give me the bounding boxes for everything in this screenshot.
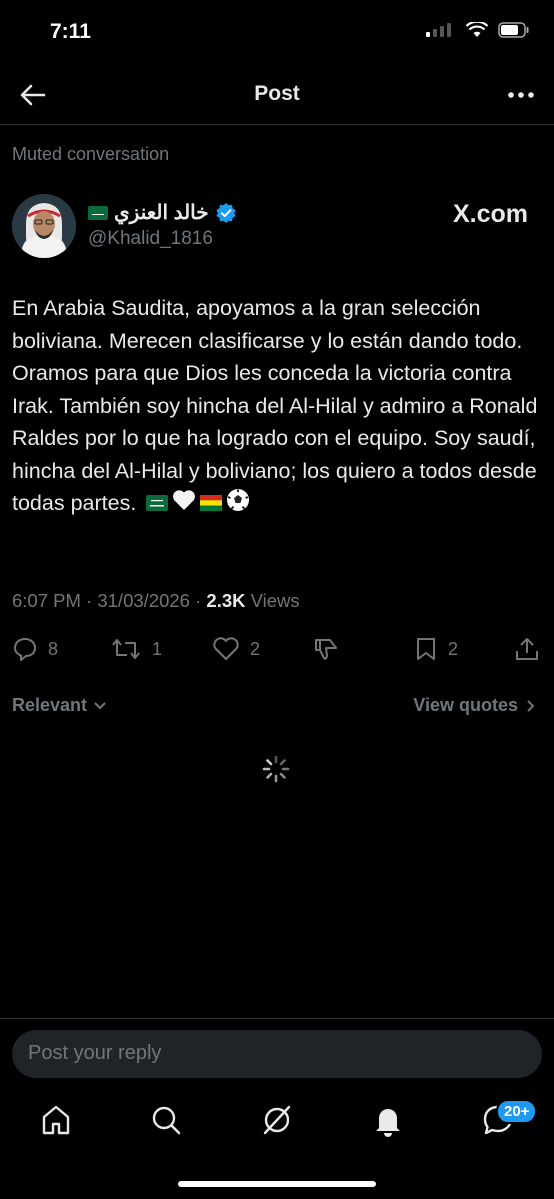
avatar-image: [12, 194, 76, 258]
top-header: Post: [0, 66, 554, 125]
share-icon: [516, 638, 538, 660]
author-row: خالد العنزي: [88, 200, 237, 225]
thumbs-down-icon: [315, 639, 337, 660]
tweet-meta: 6:07 PM · 31/03/2026 · 2.3K Views: [12, 590, 300, 611]
avatar[interactable]: [12, 194, 76, 258]
tweet-text-content: En Arabia Saudita, apoyamos a la gran se…: [12, 296, 538, 515]
like-count: 2: [250, 638, 261, 659]
signal-icon: [426, 23, 451, 37]
battery-icon: [498, 22, 529, 38]
loading-spinner-icon: [262, 755, 290, 783]
status-icons: [426, 22, 530, 38]
sort-label: Relevant: [12, 695, 88, 715]
grok-icon[interactable]: [259, 1102, 295, 1138]
bookmark-count: 2: [448, 638, 459, 659]
chevron-right-icon: [527, 699, 535, 712]
author-name[interactable]: خالد العنزي: [114, 200, 209, 225]
reply-count: 8: [48, 638, 59, 659]
wifi-icon: [466, 22, 488, 37]
white-heart-emoji-icon: [172, 488, 196, 521]
bookmark-icon: [417, 638, 435, 660]
sort-dropdown[interactable]: Relevant: [12, 695, 107, 716]
page-title: Post: [254, 82, 300, 105]
heart-icon: [213, 637, 239, 660]
repost-icon: [112, 639, 140, 659]
tweet-text: En Arabia Saudita, apoyamos a la gran se…: [12, 292, 542, 521]
bolivia-flag-emoji-icon: [200, 488, 223, 521]
author-handle[interactable]: @Khalid_1816: [88, 228, 213, 250]
saudi-flag-icon: [88, 205, 108, 220]
tweet-date: 31/03/2026: [97, 590, 190, 611]
action-bar: 8 1 2 2: [0, 632, 554, 668]
views-label: Views: [250, 590, 300, 611]
home-icon[interactable]: [38, 1102, 74, 1138]
notifications-bell-icon[interactable]: [370, 1102, 406, 1138]
reply-button[interactable]: 8: [12, 636, 58, 662]
saudi-flag-emoji-icon: [146, 488, 169, 521]
view-quotes-label: View quotes: [413, 695, 518, 715]
status-bar: 7:11: [0, 0, 554, 66]
bookmark-button[interactable]: 2: [414, 636, 458, 662]
muted-conversation-label: Muted conversation: [12, 144, 170, 164]
xcom-logo: X.com: [452, 200, 528, 228]
reply-placeholder: Post your reply: [28, 1042, 162, 1064]
more-options-icon[interactable]: [506, 82, 536, 108]
repost-count: 1: [152, 638, 163, 659]
like-button[interactable]: 2: [212, 636, 260, 662]
share-button[interactable]: [514, 636, 540, 662]
view-quotes-link[interactable]: View quotes: [413, 695, 536, 716]
dislike-button[interactable]: [312, 636, 340, 662]
tweet-time: 6:07 PM: [12, 590, 81, 611]
reply-input[interactable]: Post your reply: [12, 1030, 542, 1078]
verified-badge-icon: [216, 202, 236, 223]
soccer-ball-emoji-icon: [226, 488, 250, 522]
reply-icon: [14, 638, 36, 661]
home-indicator: [178, 1181, 376, 1187]
repost-button[interactable]: 1: [110, 636, 162, 662]
bottom-tab-bar: [0, 1096, 554, 1156]
chevron-down-icon: [94, 701, 106, 709]
views-count: 2.3K: [206, 590, 246, 611]
search-icon[interactable]: [148, 1102, 184, 1138]
messages-badge: 20+: [496, 1099, 538, 1124]
status-time: 7:11: [50, 20, 91, 43]
